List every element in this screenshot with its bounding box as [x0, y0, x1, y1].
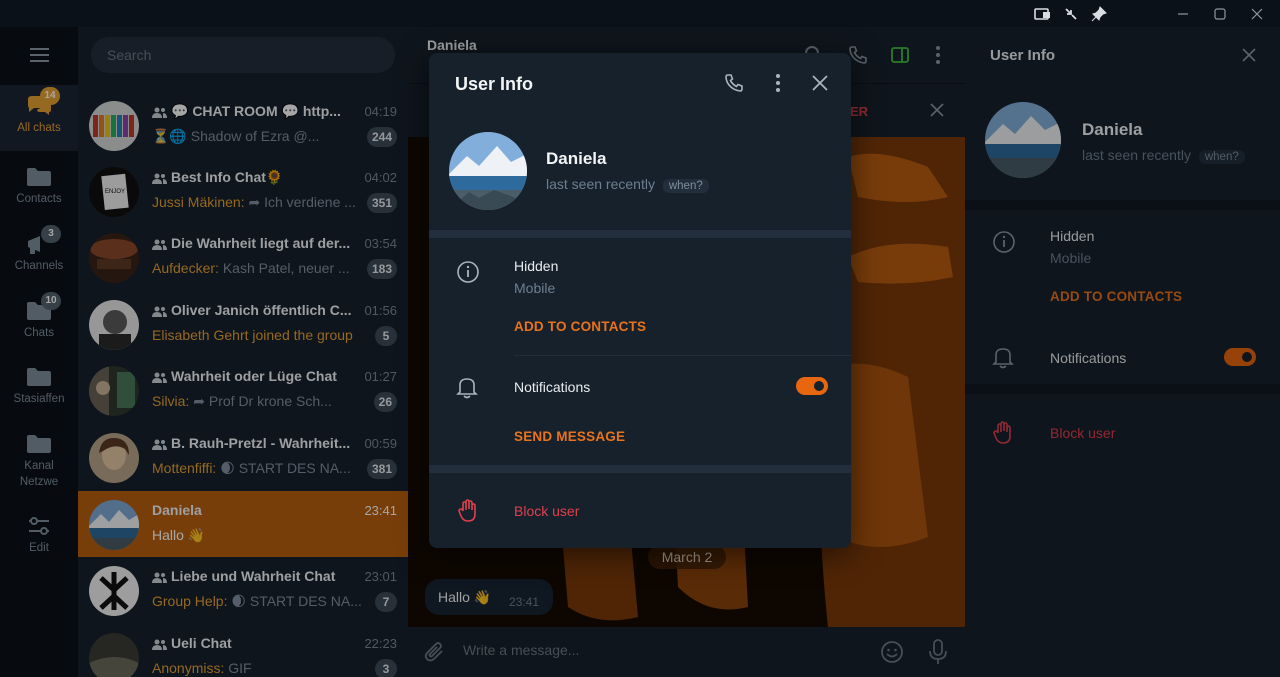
call-icon[interactable] — [724, 73, 744, 93]
pin-icon[interactable] — [1090, 5, 1108, 23]
more-options-icon[interactable] — [774, 73, 782, 93]
last-seen-text: last seen recently — [546, 176, 655, 192]
section-divider — [429, 465, 851, 473]
shrink-icon[interactable] — [1062, 5, 1080, 23]
profile-status: last seen recently when? — [546, 176, 709, 193]
profile-name: Daniela — [546, 149, 607, 168]
notifications-label: Notifications — [514, 379, 591, 395]
close-window-button[interactable] — [1234, 0, 1280, 27]
phone-label: Mobile — [514, 280, 556, 296]
phone-value: Hidden — [514, 258, 559, 274]
profile-avatar — [449, 132, 527, 210]
send-message-button[interactable]: SEND MESSAGE — [514, 429, 625, 444]
section-divider — [429, 230, 851, 238]
notifications-toggle[interactable] — [796, 377, 828, 395]
block-user-button[interactable]: Block user — [514, 503, 579, 519]
row-divider — [514, 355, 851, 356]
block-hand-icon — [457, 499, 479, 523]
when-button[interactable]: when? — [662, 179, 709, 193]
info-icon — [456, 260, 480, 284]
window-titlebar — [0, 0, 1280, 27]
user-info-dialog: User Info Daniela last seen recently whe… — [429, 53, 851, 548]
bell-icon — [456, 375, 478, 399]
screen-record-icon[interactable] — [1034, 5, 1052, 23]
dialog-title: User Info — [455, 74, 534, 94]
close-dialog-icon[interactable] — [812, 75, 828, 91]
add-to-contacts-button[interactable]: ADD TO CONTACTS — [514, 319, 646, 334]
